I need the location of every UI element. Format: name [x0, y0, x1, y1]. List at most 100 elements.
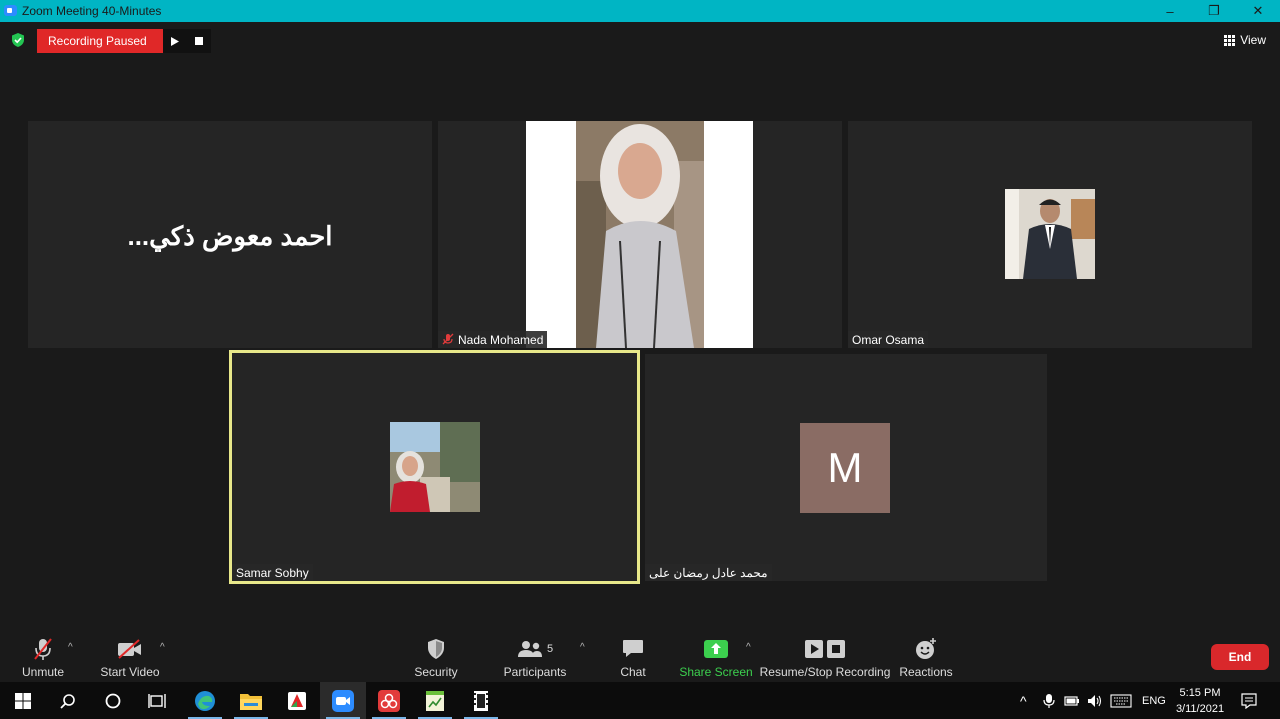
notification-center-icon [1241, 692, 1257, 709]
recording-status-label: Recording Paused [37, 29, 163, 53]
search-icon [60, 693, 75, 709]
chat-bubble-icon [623, 640, 643, 657]
chat-label: Chat [620, 665, 646, 679]
unmute-label: Unmute [21, 665, 65, 679]
share-options-caret[interactable]: ^ [746, 642, 751, 653]
participant-name-large: احمد معوض ذكي... [127, 221, 333, 251]
taskbar-clock[interactable]: 5:15 PM 3/11/2021 [1168, 685, 1232, 717]
participant-tile-mohamed[interactable]: M محمد عادل رمضان على [645, 354, 1047, 581]
security-label: Security [414, 665, 458, 679]
participants-icon [517, 641, 542, 657]
participants-options-caret[interactable]: ^ [580, 642, 585, 653]
share-screen-button[interactable]: Share Screen [679, 636, 753, 679]
chat-button[interactable]: Chat [616, 636, 650, 679]
battery-tray-button[interactable] [1064, 682, 1080, 719]
taskbar-notes-app[interactable] [412, 682, 458, 719]
resume-stop-recording-button[interactable]: Resume/Stop Recording [759, 636, 891, 679]
microphone-icon [1043, 693, 1055, 708]
taskbar-edge-app[interactable] [182, 682, 228, 719]
share-screen-label: Share Screen [679, 665, 753, 679]
resume-recording-button[interactable] [162, 29, 187, 53]
taskbar-screen-recorder-app[interactable] [366, 682, 412, 719]
participant-tile-omar[interactable]: Omar Osama [848, 121, 1252, 348]
chevron-up-icon: ^ [1020, 692, 1027, 709]
participants-count: 5 [546, 643, 554, 655]
start-button[interactable] [0, 682, 46, 719]
encryption-shield-icon[interactable] [11, 33, 25, 47]
window-title: Zoom Meeting 40-Minutes [22, 4, 162, 18]
show-hidden-icons-button[interactable]: ^ [1020, 682, 1027, 719]
security-button[interactable]: Security [414, 636, 458, 679]
meeting-controls-toolbar: Unmute ^ Start Video ^ Security 5 Partic… [0, 630, 1280, 682]
zoom-app-icon [4, 5, 17, 16]
reactions-smiley-icon [916, 638, 936, 659]
start-video-button[interactable]: Start Video [100, 636, 160, 679]
minimize-button[interactable]: – [1148, 0, 1192, 22]
participant-name-label: Samar Sobhy [232, 564, 313, 581]
participant-video-image [576, 121, 704, 348]
stop-recording-icon [827, 640, 845, 658]
audio-options-caret[interactable]: ^ [68, 642, 73, 653]
participant-avatar: M [800, 423, 890, 513]
play-icon [170, 36, 179, 46]
video-off-icon [118, 639, 141, 659]
participant-name-label: Omar Osama [848, 331, 929, 348]
taskbar-search-button[interactable] [45, 682, 91, 719]
file-explorer-folder-icon [240, 693, 262, 710]
view-label: View [1240, 33, 1266, 47]
volume-tray-button[interactable] [1087, 682, 1103, 719]
keyboard-tray-button[interactable] [1110, 682, 1132, 719]
end-meeting-button[interactable]: End [1211, 644, 1269, 670]
speaker-volume-icon [1088, 694, 1102, 707]
stop-icon [194, 37, 203, 45]
resume-recording-icon [805, 640, 823, 658]
microphone-tray-button[interactable] [1043, 682, 1055, 719]
participant-name-label: Nada Mohamed [438, 331, 548, 348]
input-language-button[interactable]: ENG [1142, 682, 1166, 719]
clock-time: 5:15 PM [1179, 687, 1221, 699]
task-view-button[interactable] [134, 682, 180, 719]
participant-tile-ahmed[interactable]: احمد معوض ذكي... [28, 121, 432, 348]
keyboard-icon [1110, 693, 1132, 708]
view-button[interactable]: View [1224, 33, 1266, 47]
taskbar-file-explorer-app[interactable] [228, 682, 274, 719]
task-view-icon [148, 693, 166, 708]
video-options-caret[interactable]: ^ [160, 642, 165, 653]
maximize-button[interactable]: ❐ [1192, 0, 1236, 22]
muted-microphone-icon [34, 638, 52, 660]
taskbar-pdf-app[interactable] [274, 682, 320, 719]
share-screen-icon [704, 640, 728, 658]
resume-stop-recording-label: Resume/Stop Recording [759, 665, 891, 679]
unmute-button[interactable]: Unmute [20, 636, 66, 679]
taskbar-zoom-app[interactable] [320, 682, 366, 719]
participants-button[interactable]: 5 Participants [504, 636, 566, 679]
participants-label: Participants [503, 665, 567, 679]
muted-mic-icon [442, 333, 454, 345]
recording-status-bar: Recording Paused [37, 29, 211, 53]
windows-taskbar: ^ ENG 5:15 PM 3/11/2021 [0, 682, 1280, 719]
stop-recording-button[interactable] [186, 29, 211, 53]
participant-name-text: Nada Mohamed [458, 333, 544, 347]
clock-date: 3/11/2021 [1175, 703, 1225, 715]
participant-tile-nada[interactable]: Nada Mohamed [438, 121, 842, 348]
cortana-circle-icon [105, 693, 121, 708]
participant-profile-photo [1005, 189, 1095, 279]
zoom-app-taskbar-icon [332, 689, 354, 712]
language-label: ENG [1142, 694, 1166, 707]
battery-icon [1064, 695, 1079, 706]
grid-icon [1224, 34, 1236, 46]
windows-logo-icon [15, 692, 31, 709]
pdf-reader-icon [288, 691, 306, 710]
close-button[interactable]: ✕ [1236, 0, 1280, 22]
screen-recorder-icon [378, 689, 400, 712]
action-center-button[interactable] [1241, 682, 1257, 719]
start-video-label: Start Video [100, 665, 160, 679]
participant-profile-photo [390, 422, 480, 512]
taskbar-video-editor-app[interactable] [458, 682, 504, 719]
cortana-button[interactable] [90, 682, 136, 719]
participant-tile-samar-active-speaker[interactable]: Samar Sobhy [229, 350, 640, 584]
video-frame [526, 121, 753, 348]
reactions-button[interactable]: Reactions [899, 636, 953, 679]
security-shield-icon [428, 639, 444, 659]
reactions-label: Reactions [899, 665, 953, 679]
